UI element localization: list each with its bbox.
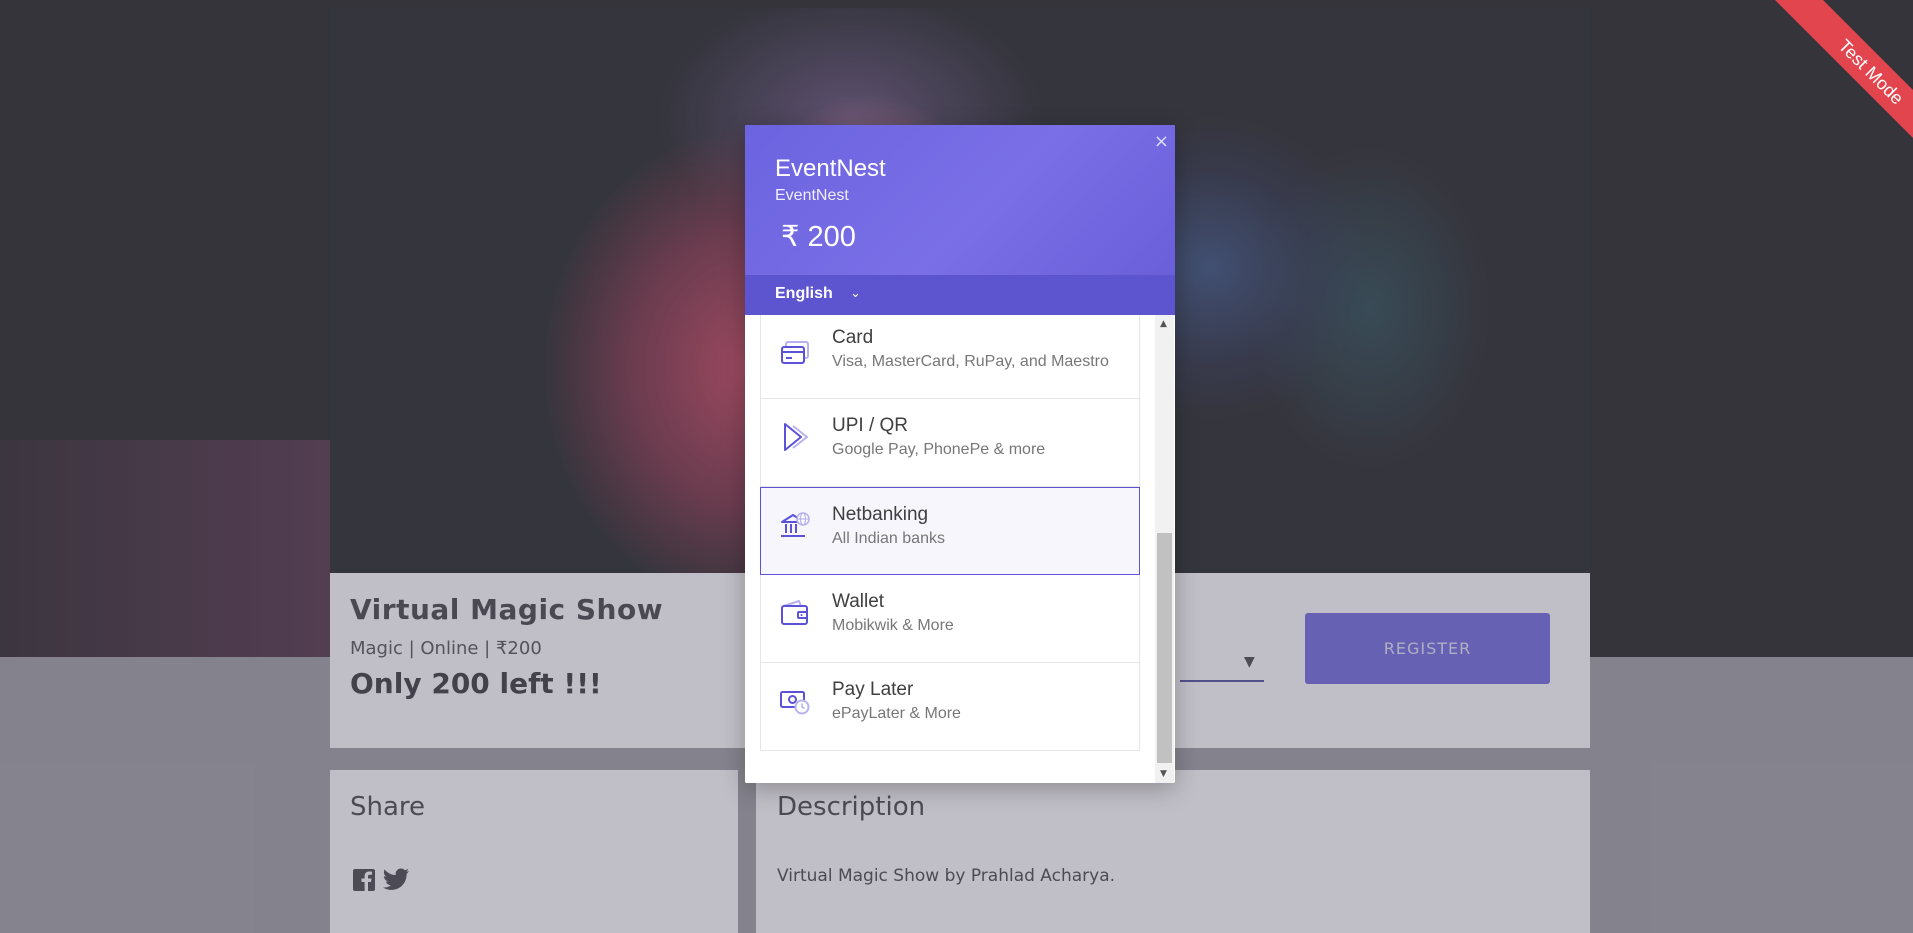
checkout-modal: × EventNest EventNest ₹ 200 English ⌄ Ca… <box>745 125 1175 783</box>
payment-methods-list: Card Visa, MasterCard, RuPay, and Maestr… <box>760 315 1140 751</box>
payment-method-title: Pay Later <box>832 679 914 700</box>
payment-method-subtitle: All Indian banks <box>832 530 945 547</box>
payment-method-title: Card <box>832 327 874 348</box>
wallet-icon <box>781 600 808 625</box>
language-label[interactable]: English <box>775 285 833 303</box>
payment-method-title: UPI / QR <box>832 415 909 436</box>
merchant-name: EventNest <box>775 155 886 182</box>
close-icon[interactable]: × <box>1154 131 1169 152</box>
payment-method-upi[interactable]: UPI / QR Google Pay, PhonePe & more <box>760 399 1140 487</box>
bank-icon <box>781 512 810 537</box>
upi-icon <box>784 423 808 451</box>
payment-method-title: Netbanking <box>832 504 929 525</box>
pay-later-icon <box>780 691 810 715</box>
payment-method-card[interactable]: Card Visa, MasterCard, RuPay, and Maestr… <box>760 315 1140 399</box>
payment-method-pay-later[interactable]: Pay Later ePayLater & More <box>760 663 1140 751</box>
payment-method-netbanking[interactable]: Netbanking All Indian banks <box>760 487 1140 575</box>
payment-method-subtitle: Mobikwik & More <box>832 617 954 634</box>
test-mode-ribbon: Test Mode <box>1774 0 1913 169</box>
payment-method-subtitle: Google Pay, PhonePe & more <box>832 441 1046 458</box>
merchant-description: EventNest <box>775 187 849 204</box>
payment-method-title: Wallet <box>832 591 885 612</box>
test-mode-ribbon-wrap: Test Mode <box>1743 0 1913 170</box>
payment-method-subtitle: Visa, MasterCard, RuPay, and Maestro <box>832 353 1109 370</box>
payment-method-subtitle: ePayLater & More <box>832 705 961 722</box>
scroll-up-arrow-icon[interactable]: ▲ <box>1160 319 1167 329</box>
checkout-header: × EventNest EventNest ₹ 200 <box>745 125 1175 275</box>
payment-methods-area: Card Visa, MasterCard, RuPay, and Maestr… <box>745 315 1175 783</box>
chevron-down-icon[interactable]: ⌄ <box>850 286 861 301</box>
checkout-amount: ₹ 200 <box>781 221 856 253</box>
language-selector[interactable]: English ⌄ <box>745 275 1175 315</box>
scroll-down-arrow-icon[interactable]: ▼ <box>1160 769 1167 779</box>
payment-methods-scrollbar[interactable]: ▲ ▼ <box>1155 315 1174 783</box>
payment-method-wallet[interactable]: Wallet Mobikwik & More <box>760 575 1140 663</box>
card-icon <box>781 341 809 364</box>
scrollbar-thumb[interactable] <box>1157 533 1172 763</box>
